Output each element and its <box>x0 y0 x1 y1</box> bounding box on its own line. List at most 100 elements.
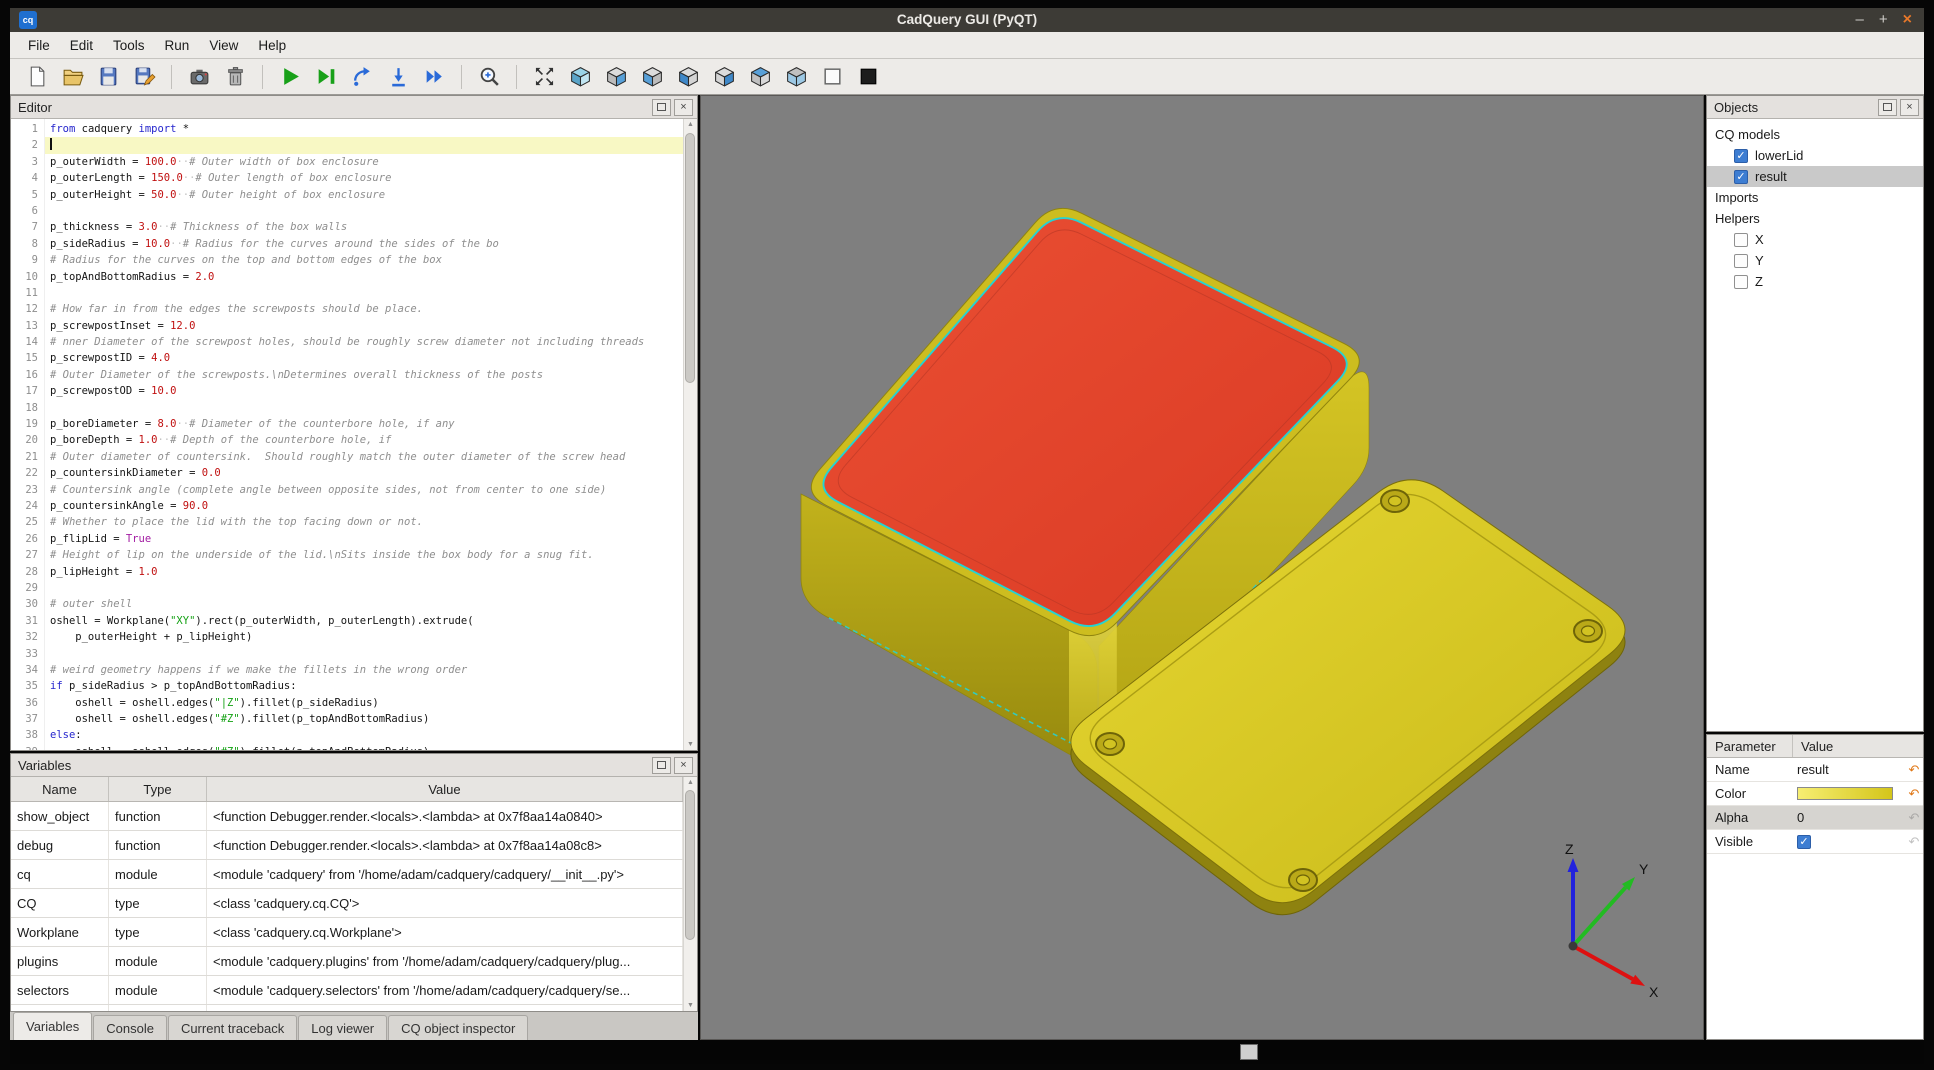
scroll-down-arrow[interactable]: ▼ <box>684 1000 697 1011</box>
code-line-38[interactable]: else: <box>45 727 683 743</box>
maximize-button[interactable]: + <box>1879 9 1888 31</box>
undo-icon[interactable]: ↶ <box>1905 762 1923 778</box>
code-line-5[interactable]: p_outerHeight = 50.0··# Outer height of … <box>45 187 683 203</box>
code-line-25[interactable]: # Whether to place the lid with the top … <box>45 514 683 530</box>
wireframe-toggle-icon[interactable] <box>818 63 846 91</box>
code-line-14[interactable]: # nner Diameter of the screwpost holes, … <box>45 334 683 350</box>
code-editor[interactable]: 1234567891011121314151617181920212223242… <box>11 119 697 750</box>
tree-item-y[interactable]: Y <box>1707 250 1923 271</box>
menu-view[interactable]: View <box>199 35 248 56</box>
code-line-31[interactable]: oshell = Workplane("XY").rect(p_outerWid… <box>45 613 683 629</box>
tree-group-helpers[interactable]: Helpers <box>1707 208 1923 229</box>
tree-item-lowerlid[interactable]: ✓lowerLid <box>1707 145 1923 166</box>
code-line-29[interactable] <box>45 580 683 596</box>
code-line-23[interactable]: # Countersink angle (complete angle betw… <box>45 482 683 498</box>
menu-edit[interactable]: Edit <box>60 35 103 56</box>
tab-log-viewer[interactable]: Log viewer <box>298 1015 387 1040</box>
viewport-3d[interactable]: Z Y X <box>700 95 1704 1040</box>
debug-script-icon[interactable] <box>312 63 340 91</box>
scroll-up-arrow[interactable]: ▲ <box>684 119 697 130</box>
param-value[interactable] <box>1793 787 1905 800</box>
editor-float-button[interactable] <box>652 99 671 116</box>
code-line-39[interactable]: oshell = oshell.edges("#Z").fillet(p_top… <box>45 744 683 750</box>
table-row[interactable]: pluginsmodule<module 'cadquery.plugins' … <box>11 947 683 976</box>
variables-close-button[interactable]: × <box>674 757 693 774</box>
code-line-34[interactable]: # weird geometry happens if we make the … <box>45 662 683 678</box>
code-line-1[interactable]: from cadquery import * <box>45 121 683 137</box>
checkbox-visible[interactable]: ✓ <box>1797 835 1811 849</box>
view-right-icon[interactable] <box>710 63 738 91</box>
code-line-2[interactable] <box>45 137 683 153</box>
undo-icon[interactable]: ↶ <box>1905 786 1923 802</box>
code-line-19[interactable]: p_boreDiameter = 8.0··# Diameter of the … <box>45 416 683 432</box>
tab-cq-object-inspector[interactable]: CQ object inspector <box>388 1015 528 1040</box>
new-file-icon[interactable] <box>22 63 50 91</box>
view-iso-icon[interactable] <box>566 63 594 91</box>
undo-icon[interactable]: ↶ <box>1905 834 1923 850</box>
objects-float-button[interactable] <box>1878 99 1897 116</box>
variables-float-button[interactable] <box>652 757 671 774</box>
param-value[interactable]: result <box>1793 762 1905 777</box>
code-line-37[interactable]: oshell = oshell.edges("#Z").fillet(p_top… <box>45 711 683 727</box>
code-line-3[interactable]: p_outerWidth = 100.0··# Outer width of b… <box>45 154 683 170</box>
save-as-icon[interactable] <box>130 63 158 91</box>
table-row[interactable]: Planetype<class 'cadquery.occ_impl.geom.… <box>11 1005 683 1011</box>
color-swatch[interactable] <box>1797 787 1893 800</box>
tree-item-x[interactable]: X <box>1707 229 1923 250</box>
table-row[interactable]: cqmodule<module 'cadquery' from '/home/a… <box>11 860 683 889</box>
code-line-24[interactable]: p_countersinkAngle = 90.0 <box>45 498 683 514</box>
editor-close-button[interactable]: × <box>674 99 693 116</box>
code-line-6[interactable] <box>45 203 683 219</box>
code-line-7[interactable]: p_thickness = 3.0··# Thickness of the bo… <box>45 219 683 235</box>
tab-variables[interactable]: Variables <box>13 1012 92 1040</box>
tab-console[interactable]: Console <box>93 1015 167 1040</box>
delete-icon[interactable] <box>221 63 249 91</box>
code-line-8[interactable]: p_sideRadius = 10.0··# Radius for the cu… <box>45 236 683 252</box>
code-line-15[interactable]: p_screwpostID = 4.0 <box>45 350 683 366</box>
code-line-18[interactable] <box>45 400 683 416</box>
code-line-10[interactable]: p_topAndBottomRadius = 2.0 <box>45 269 683 285</box>
view-front-icon[interactable] <box>602 63 630 91</box>
view-left-icon[interactable] <box>674 63 702 91</box>
scrollbar-thumb[interactable] <box>685 790 695 940</box>
view-bottom-icon[interactable] <box>782 63 810 91</box>
code-line-21[interactable]: # Outer diameter of countersink. Should … <box>45 449 683 465</box>
code-line-36[interactable]: oshell = oshell.edges("|Z").fillet(p_sid… <box>45 695 683 711</box>
menu-run[interactable]: Run <box>155 35 200 56</box>
tab-current-traceback[interactable]: Current traceback <box>168 1015 297 1040</box>
menu-help[interactable]: Help <box>248 35 296 56</box>
tree-item-z[interactable]: Z <box>1707 271 1923 292</box>
param-value[interactable]: ✓ <box>1793 835 1905 849</box>
code-line-28[interactable]: p_lipHeight = 1.0 <box>45 564 683 580</box>
scroll-down-arrow[interactable]: ▼ <box>684 739 697 750</box>
menu-file[interactable]: File <box>18 35 60 56</box>
table-row[interactable]: debugfunction<function Debugger.render.<… <box>11 831 683 860</box>
variables-scrollbar[interactable]: ▲ ▼ <box>683 777 697 1011</box>
column-header-name[interactable]: Name <box>11 777 109 801</box>
continue-icon[interactable] <box>420 63 448 91</box>
view-top-icon[interactable] <box>746 63 774 91</box>
scroll-up-arrow[interactable]: ▲ <box>684 777 697 788</box>
code-line-20[interactable]: p_boreDepth = 1.0··# Depth of the counte… <box>45 432 683 448</box>
code-line-35[interactable]: if p_sideRadius > p_topAndBottomRadius: <box>45 678 683 694</box>
resize-grip[interactable] <box>1240 1044 1258 1060</box>
code-line-12[interactable]: # How far in from the edges the screwpos… <box>45 301 683 317</box>
code-line-9[interactable]: # Radius for the curves on the top and b… <box>45 252 683 268</box>
objects-close-button[interactable]: × <box>1900 99 1919 116</box>
step-into-icon[interactable] <box>384 63 412 91</box>
close-button[interactable]: × <box>1903 9 1912 31</box>
code-line-4[interactable]: p_outerLength = 150.0··# Outer length of… <box>45 170 683 186</box>
table-row[interactable]: Workplanetype<class 'cadquery.cq.Workpla… <box>11 918 683 947</box>
editor-scrollbar[interactable]: ▲ ▼ <box>683 119 697 750</box>
background-toggle-icon[interactable] <box>854 63 882 91</box>
minimize-button[interactable]: – <box>1856 9 1864 31</box>
save-icon[interactable] <box>94 63 122 91</box>
menu-tools[interactable]: Tools <box>103 35 155 56</box>
checkbox-x[interactable] <box>1734 233 1748 247</box>
code-line-17[interactable]: p_screwpostOD = 10.0 <box>45 383 683 399</box>
checkbox-z[interactable] <box>1734 275 1748 289</box>
code-line-26[interactable]: p_flipLid = True <box>45 531 683 547</box>
step-icon[interactable] <box>348 63 376 91</box>
table-row[interactable]: show_objectfunction<function Debugger.re… <box>11 802 683 831</box>
code-line-13[interactable]: p_screwpostInset = 12.0 <box>45 318 683 334</box>
